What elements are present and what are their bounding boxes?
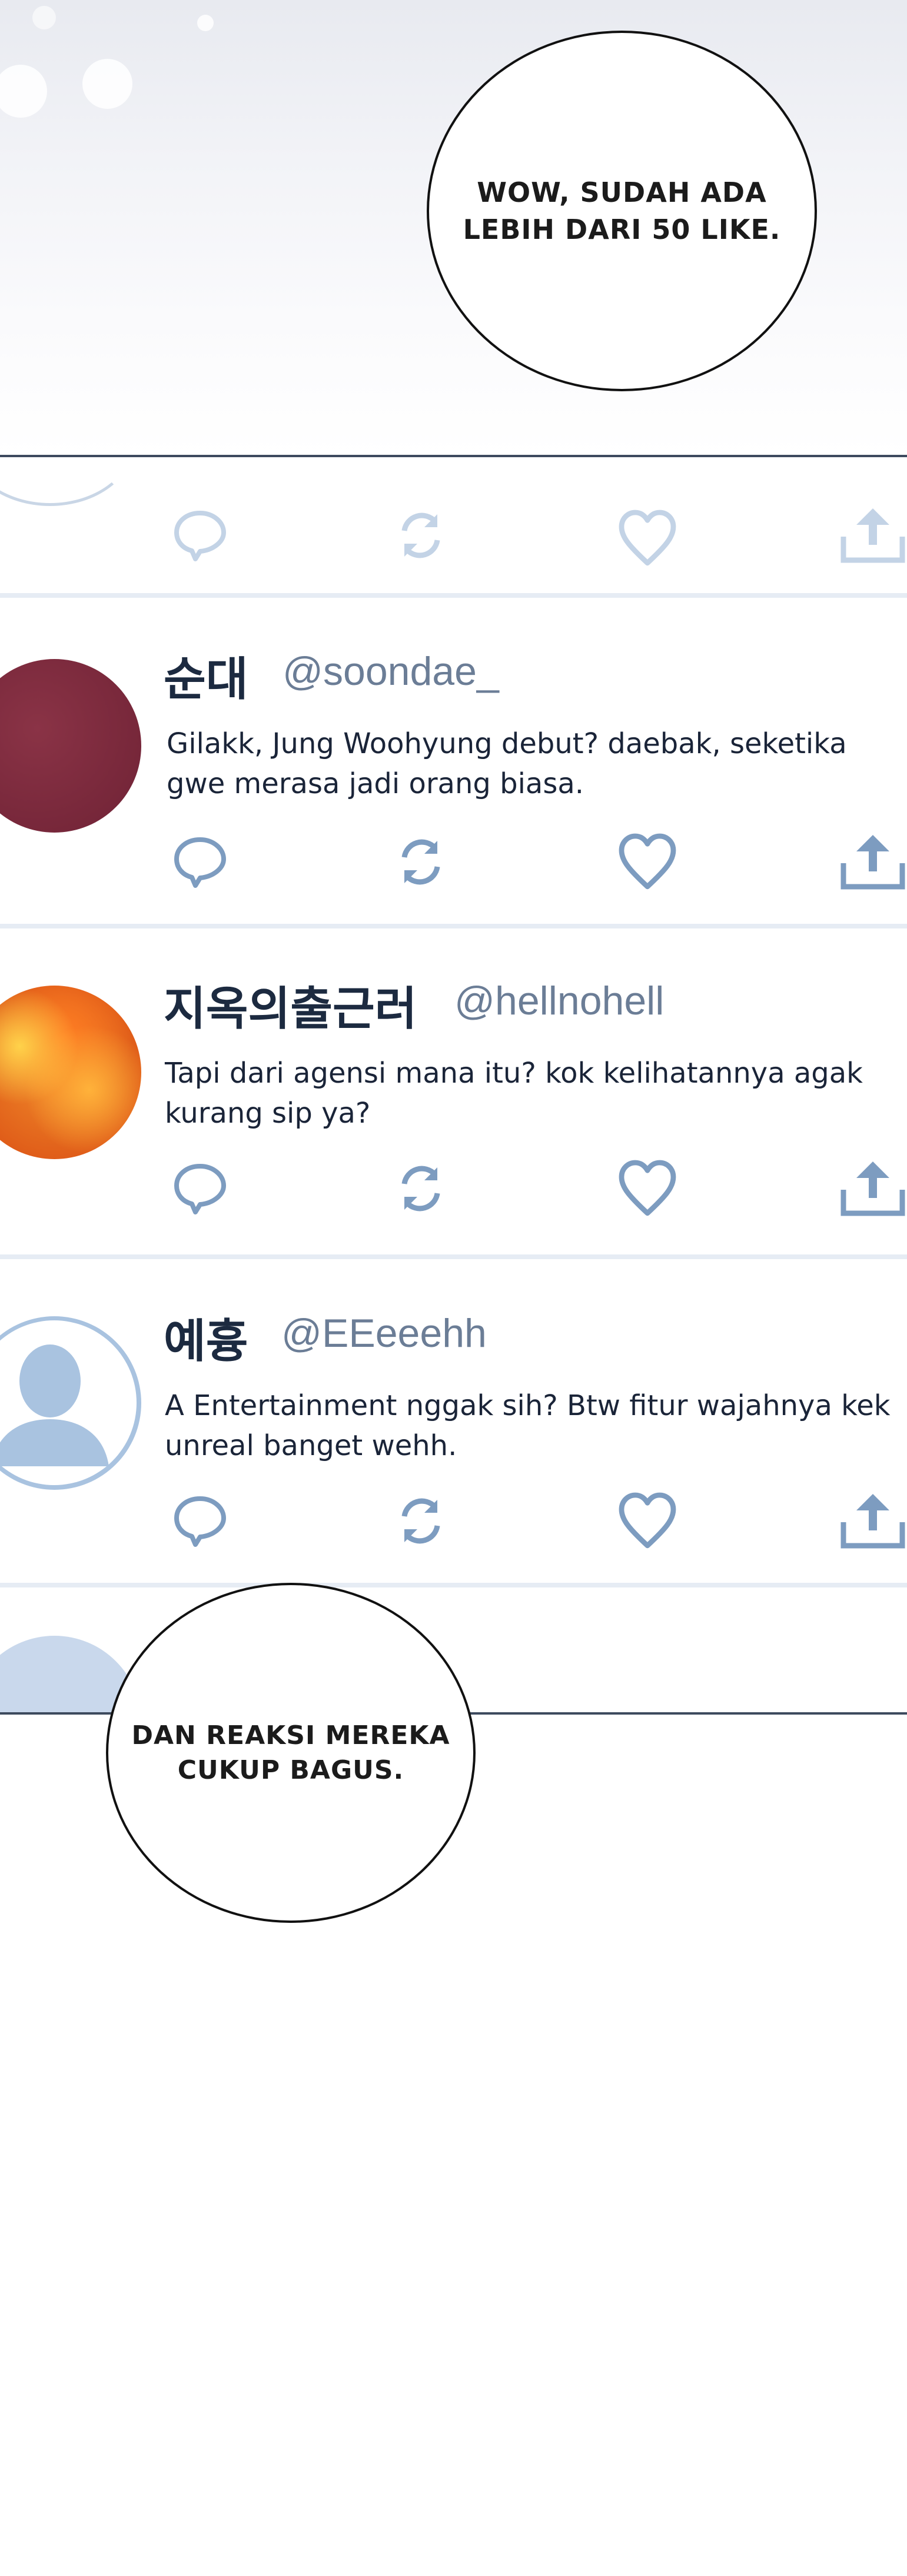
user-handle[interactable]: @EEeeehh <box>281 1310 487 1356</box>
speech-bubble-top: WOW, SUDAH ADA LEBIH DARI 50 LIKE. <box>427 31 817 391</box>
user-handle[interactable]: @soondae_ <box>283 648 499 694</box>
user-avatar[interactable] <box>0 986 141 1159</box>
bokeh-light <box>82 59 132 109</box>
retweet-icon[interactable] <box>391 1492 450 1550</box>
reply-icon[interactable] <box>171 1159 230 1218</box>
like-icon[interactable] <box>615 1489 680 1553</box>
retweet-icon[interactable] <box>391 1159 450 1218</box>
bokeh-light <box>197 15 214 31</box>
feed-top-divider <box>0 455 907 457</box>
card-separator <box>0 593 907 598</box>
post-card: 지옥의출근러 @hellnohell Tapi dari agensi mana… <box>0 941 907 1247</box>
reply-icon[interactable] <box>171 1492 230 1550</box>
like-icon[interactable] <box>615 506 680 571</box>
default-user-icon <box>0 1320 137 1485</box>
display-name[interactable]: 예흉 <box>164 1304 248 1370</box>
display-name[interactable]: 순대 <box>164 643 248 708</box>
speech-bubble-bottom: DAN REAKSI MEREKA CUKUP BAGUS. <box>106 1583 476 1923</box>
share-icon[interactable] <box>839 506 907 565</box>
share-icon[interactable] <box>839 1159 907 1218</box>
card-separator <box>0 1583 907 1587</box>
like-icon[interactable] <box>615 830 680 894</box>
retweet-icon[interactable] <box>391 506 450 565</box>
card-separator <box>0 1254 907 1259</box>
reply-icon[interactable] <box>171 506 230 565</box>
bokeh-light <box>32 6 56 29</box>
user-handle[interactable]: @hellnohell <box>454 978 664 1024</box>
speech-bubble-text: WOW, SUDAH ADA LEBIH DARI 50 LIKE. <box>463 177 781 245</box>
share-icon[interactable] <box>839 833 907 891</box>
like-icon[interactable] <box>615 1156 680 1221</box>
speech-bubble-text: DAN REAKSI MEREKA CUKUP BAGUS. <box>131 1720 450 1785</box>
retweet-icon[interactable] <box>391 833 450 891</box>
post-card: 순대 @soondae_ Gilakk, Jung Woohyung debut… <box>0 612 907 918</box>
reply-icon[interactable] <box>171 833 230 891</box>
share-icon[interactable] <box>839 1492 907 1550</box>
post-text: Gilakk, Jung Woohyung debut? daebak, sek… <box>167 727 847 800</box>
post-card: 예흉 @EEeeehh A Entertainment nggak sih? B… <box>0 1274 907 1580</box>
post-text: Tapi dari agensi mana itu? kok kelihatan… <box>165 1057 863 1130</box>
partial-post-actions <box>0 506 907 571</box>
display-name[interactable]: 지옥의출근러 <box>164 972 417 1038</box>
user-avatar[interactable] <box>0 1316 141 1490</box>
post-text: A Entertainment nggak sih? Btw fitur waj… <box>165 1389 891 1462</box>
card-separator <box>0 924 907 928</box>
user-avatar[interactable] <box>0 659 141 833</box>
